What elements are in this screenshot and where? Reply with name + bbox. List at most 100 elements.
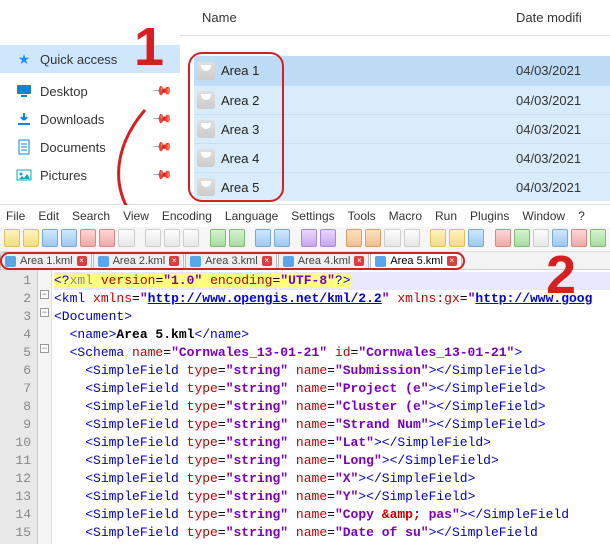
file-row[interactable]: Area 4 04/03/2021 [194,143,610,172]
kml-file-icon [197,120,215,138]
code-content[interactable]: <?xml version="1.0" encoding="UTF-8"?><k… [52,270,610,544]
desktop-icon [16,83,32,99]
pin-icon: 📌 [151,108,174,131]
code-editor[interactable]: 123456789101112131415 − − − <?xml versio… [0,270,610,544]
tab-area3[interactable]: Area 3.kml × [185,252,277,269]
tab-bar: Area 1.kml× Area 2.kml× Area 3.kml× Area… [0,252,610,270]
sidebar-item-label: Documents [40,140,106,155]
toolbar-docmap-icon[interactable] [468,229,484,247]
tab-area4[interactable]: Area 4.kml× [278,252,370,269]
file-explorer: ★ Quick access Desktop 📌 Downloads 📌 Doc… [0,0,610,205]
kml-file-icon [197,91,215,109]
toolbar-extra-icon[interactable] [590,229,606,247]
pin-icon: 📌 [151,136,174,159]
column-name[interactable]: Name [180,10,510,25]
file-date: 04/03/2021 [510,122,610,137]
file-row[interactable]: Area 5 04/03/2021 [194,172,610,201]
toolbar-saveall-icon[interactable] [61,229,77,247]
menu-language[interactable]: Language [225,209,278,223]
fold-minus-icon[interactable]: − [40,290,49,299]
menu-tools[interactable]: Tools [348,209,376,223]
annotation-number-2: 2 [546,244,576,306]
toolbar-closeall-icon[interactable] [99,229,115,247]
toolbar-redo-icon[interactable] [229,229,245,247]
file-name: Area 4 [221,151,510,166]
star-icon: ★ [16,51,32,67]
sidebar-item-documents[interactable]: Documents 📌 [0,133,180,161]
notepad-plus-plus: File Edit Search View Encoding Language … [0,205,610,521]
toolbar-folder-icon[interactable] [430,229,446,247]
close-icon[interactable]: × [262,256,272,266]
tab-label: Area 3.kml [205,255,258,267]
kml-file-icon [197,149,215,167]
toolbar-copy-icon[interactable] [164,229,180,247]
tab-label: Area 1.kml [20,255,73,267]
sidebar-item-label: Pictures [40,168,87,183]
file-row[interactable]: Area 1 04/03/2021 [194,56,610,85]
toolbar-save-icon[interactable] [42,229,58,247]
menu-search[interactable]: Search [72,209,110,223]
sidebar-item-desktop[interactable]: Desktop 📌 [0,77,180,105]
menubar: File Edit Search View Encoding Language … [0,205,610,227]
toolbar-funclist-icon[interactable] [449,229,465,247]
file-icon [283,256,294,267]
kml-file-icon [197,178,215,196]
fold-minus-icon[interactable]: − [40,344,49,353]
toolbar-record-icon[interactable] [495,229,511,247]
file-date: 04/03/2021 [510,151,610,166]
annotation-number-1: 1 [134,16,164,78]
file-list: Area 1 04/03/2021 Area 2 04/03/2021 Area… [194,56,610,201]
pictures-icon [16,167,32,183]
toolbar-cut-icon[interactable] [145,229,161,247]
menu-window[interactable]: Window [522,209,565,223]
menu-macro[interactable]: Macro [389,209,422,223]
toolbar-close-icon[interactable] [80,229,96,247]
file-row[interactable]: Area 3 04/03/2021 [194,114,610,143]
menu-plugins[interactable]: Plugins [470,209,509,223]
toolbar-wrap-icon[interactable] [365,229,381,247]
file-icon [190,256,201,267]
file-name: Area 5 [221,180,510,195]
menu-edit[interactable]: Edit [38,209,59,223]
tab-label: Area 2.kml [113,255,166,267]
sidebar-item-label: Downloads [40,112,104,127]
toolbar-print-icon[interactable] [118,229,134,247]
menu-file[interactable]: File [6,209,25,223]
fold-gutter[interactable]: − − − [38,270,52,544]
tab-area1[interactable]: Area 1.kml × [0,252,92,269]
close-icon[interactable]: × [354,256,364,266]
column-date[interactable]: Date modifi [510,10,610,25]
close-icon[interactable]: × [169,256,179,266]
sidebar-item-label: Desktop [40,84,88,99]
menu-view[interactable]: View [123,209,149,223]
toolbar-zoomin-icon[interactable] [301,229,317,247]
toolbar-open-icon[interactable] [23,229,39,247]
fold-minus-icon[interactable]: − [40,308,49,317]
close-icon[interactable]: × [447,256,457,266]
toolbar-sync-icon[interactable] [346,229,362,247]
file-name: Area 2 [221,93,510,108]
file-row[interactable]: Area 2 04/03/2021 [194,85,610,114]
tab-label: Area 5.kml [390,255,443,267]
toolbar-replace-icon[interactable] [274,229,290,247]
sidebar-item-pictures[interactable]: Pictures 📌 [0,161,180,189]
toolbar-new-icon[interactable] [4,229,20,247]
toolbar-find-icon[interactable] [255,229,271,247]
menu-help[interactable]: ? [578,209,585,223]
close-icon[interactable]: × [77,256,87,266]
toolbar-zoomout-icon[interactable] [320,229,336,247]
toolbar-undo-icon[interactable] [210,229,226,247]
toolbar-play-icon[interactable] [514,229,530,247]
menu-encoding[interactable]: Encoding [162,209,212,223]
sidebar-item-downloads[interactable]: Downloads 📌 [0,105,180,133]
explorer-column-header[interactable]: Name Date modifi [180,0,610,36]
tab-area2[interactable]: Area 2.kml× [93,252,185,269]
tab-area5[interactable]: Area 5.kml × [370,252,462,269]
file-icon [98,256,109,267]
menu-run[interactable]: Run [435,209,457,223]
toolbar-paste-icon[interactable] [183,229,199,247]
toolbar-indent-icon[interactable] [404,229,420,247]
toolbar-allchars-icon[interactable] [384,229,400,247]
file-name: Area 1 [221,63,510,78]
menu-settings[interactable]: Settings [291,209,334,223]
